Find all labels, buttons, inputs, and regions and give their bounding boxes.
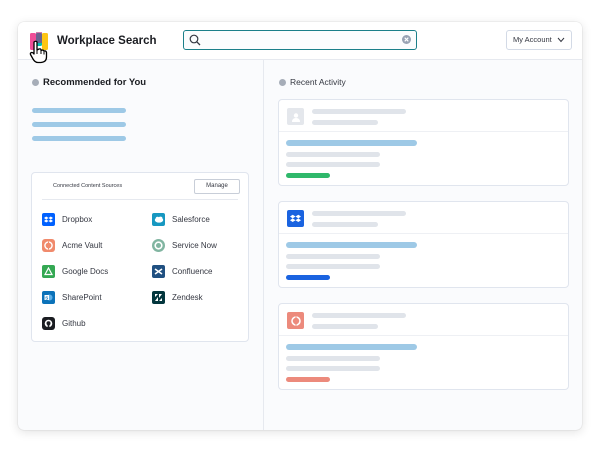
activity-headline-placeholder [286, 344, 417, 350]
section-dot-icon [279, 78, 286, 86]
activity-text-placeholder [286, 264, 380, 269]
zendesk-icon [152, 291, 165, 304]
card-divider [279, 131, 568, 132]
source-label: Acme Vault [62, 241, 103, 250]
top-navigation-bar: Workplace Search My Account [18, 22, 582, 64]
recommended-heading: Recommended for You [32, 77, 146, 88]
activity-text-placeholder [286, 366, 380, 371]
recommended-heading-text: Recommended for You [43, 77, 147, 88]
app-title: Workplace Search [57, 35, 157, 47]
confluence-icon [152, 265, 165, 278]
google-docs-icon [42, 265, 55, 278]
activity-subtitle-placeholder [312, 324, 378, 329]
github-icon [42, 317, 55, 330]
dropbox-icon [42, 213, 55, 226]
recommended-placeholder-line [32, 122, 126, 127]
recent-activity-heading-text: Recent Activity [290, 77, 346, 87]
activity-card[interactable] [278, 99, 569, 186]
card-divider [279, 335, 568, 336]
source-label: Zendesk [172, 293, 203, 302]
search-input[interactable] [183, 30, 417, 50]
source-label: Confluence [172, 267, 213, 276]
activity-subtitle-placeholder [312, 222, 378, 227]
activity-source-tag [286, 173, 330, 178]
hand-cursor-icon [29, 40, 48, 64]
source-item-sharepoint[interactable]: S SharePoint [42, 291, 102, 304]
user-avatar-icon [287, 108, 304, 125]
card-divider [279, 233, 568, 234]
source-item-dropbox[interactable]: Dropbox [42, 213, 92, 226]
source-label: Github [62, 319, 86, 328]
source-item-github[interactable]: Github [42, 317, 86, 330]
salesforce-icon [152, 213, 165, 226]
activity-source-tag [286, 377, 330, 382]
activity-headline-placeholder [286, 140, 417, 146]
source-item-service-now[interactable]: Service Now [152, 239, 217, 252]
dropbox-icon [287, 210, 304, 227]
activity-card[interactable] [278, 201, 569, 288]
activity-title-placeholder [312, 211, 406, 216]
source-label: Dropbox [62, 215, 93, 224]
acme-vault-icon [287, 312, 304, 329]
activity-card[interactable] [278, 303, 569, 390]
connected-sources-panel: Connected Content Sources Manage Dropbox… [31, 172, 249, 342]
recommended-placeholder-line [32, 136, 126, 141]
source-item-zendesk[interactable]: Zendesk [152, 291, 203, 304]
source-item-salesforce[interactable]: Salesforce [152, 213, 210, 226]
activity-title-placeholder [312, 313, 406, 318]
recommended-placeholder-line [32, 108, 126, 113]
clear-search-icon[interactable] [402, 35, 411, 44]
source-label: SharePoint [62, 293, 102, 302]
search-icon [189, 34, 201, 46]
svg-text:S: S [45, 295, 48, 300]
activity-text-placeholder [286, 356, 380, 361]
sources-title: Connected Content Sources [53, 183, 123, 189]
section-dot-icon [32, 79, 39, 86]
source-label: Salesforce [172, 215, 210, 224]
sources-divider [42, 199, 238, 200]
source-label: Google Docs [62, 267, 109, 276]
sharepoint-icon: S [42, 291, 55, 304]
manage-button[interactable]: Manage [194, 179, 240, 194]
source-label: Service Now [172, 241, 217, 250]
activity-source-tag [286, 275, 330, 280]
app-window: Workplace Search My Account Recommended … [18, 22, 582, 430]
source-item-acme-vault[interactable]: Acme Vault [42, 239, 102, 252]
acme-vault-icon [42, 239, 55, 252]
column-divider [263, 60, 264, 430]
recent-activity-heading: Recent Activity [279, 77, 346, 87]
activity-text-placeholder [286, 152, 380, 157]
activity-text-placeholder [286, 162, 380, 167]
my-account-menu[interactable]: My Account [506, 30, 572, 50]
activity-headline-placeholder [286, 242, 417, 248]
my-account-label: My Account [513, 35, 552, 44]
activity-title-placeholder [312, 109, 406, 114]
activity-text-placeholder [286, 254, 380, 259]
source-item-google-docs[interactable]: Google Docs [42, 265, 108, 278]
servicenow-icon [152, 239, 165, 252]
chevron-down-icon [557, 37, 565, 43]
activity-subtitle-placeholder [312, 120, 378, 125]
source-item-confluence[interactable]: Confluence [152, 265, 212, 278]
